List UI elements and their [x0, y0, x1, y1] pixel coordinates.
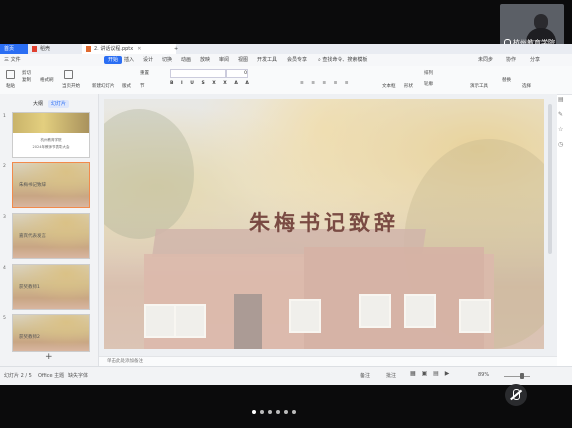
paste-label: 粘贴 — [6, 84, 15, 89]
menu-member[interactable]: 会员专享 — [287, 54, 307, 66]
ribbon-toolbar: 粘贴 剪切 复制 格式刷 当页开始 新建幻灯片 版式 节 重置 0 B I U … — [0, 66, 572, 95]
menu-bar: 三 文件 开始 插入 设计 切换 动画 放映 审阅 视图 开发工具 会员专享 ⌕… — [0, 54, 572, 66]
slide-thumbnail-1[interactable]: 杭州教育学院 2024年教师节表彰大会 — [12, 112, 90, 158]
tab-outline[interactable]: 大纲 — [30, 100, 46, 108]
text-format-buttons[interactable]: B I U S X X A A — [170, 81, 252, 86]
menu-insert[interactable]: 插入 — [124, 54, 134, 66]
presentation-app-window: 首页 稻壳 2. 讲话议程.pptx ✕ + 三 文件 开始 插入 设计 切换 动… — [0, 44, 572, 385]
property-icon[interactable]: ▤ — [558, 96, 570, 103]
paste-button[interactable] — [6, 70, 17, 79]
new-tab-button[interactable]: + — [170, 44, 182, 54]
mute-microphone-button[interactable] — [505, 384, 527, 406]
paragraph-align-buttons[interactable]: ≡ ≡ ≡ ≡ ≡ — [300, 81, 352, 86]
reset-button[interactable]: 重置 — [140, 70, 149, 76]
play-from-current-button[interactable] — [64, 70, 75, 79]
slide-position: 幻灯片 2 / 5 — [4, 373, 32, 379]
cut-button[interactable]: 剪切 — [22, 70, 31, 76]
zoom-level[interactable]: 89% — [478, 372, 489, 378]
arrange-button[interactable]: 排列 — [424, 70, 433, 76]
sync-status[interactable]: 未同步 — [478, 54, 493, 66]
notes-toggle-button[interactable]: 备注 — [360, 372, 370, 379]
font-name-select[interactable] — [170, 69, 226, 78]
textbox-button[interactable]: 文本框 — [382, 83, 396, 89]
layout-button[interactable]: 版式 — [122, 83, 131, 89]
zoom-slider[interactable] — [504, 376, 530, 377]
thumbnail-title: 获奖教师1 — [19, 285, 40, 290]
thumbnail-line: 杭州教育学院 — [40, 138, 62, 142]
menu-home[interactable]: 开始 — [104, 56, 123, 64]
add-slide-button[interactable]: + — [45, 352, 53, 362]
notes-placeholder: 单击此处添加备注 — [107, 359, 143, 364]
slide-thumbnail-4[interactable]: 获奖教师1 — [12, 264, 90, 310]
slide-thumbnail-2[interactable]: 朱梅书记致辞 — [12, 162, 90, 208]
paste-icon — [6, 70, 15, 79]
presentation-tools-button[interactable]: 演示工具 — [470, 83, 488, 89]
slide-number: 2 — [3, 164, 6, 169]
slide-number: 4 — [3, 266, 6, 271]
section-button[interactable]: 节 — [140, 83, 145, 89]
menu-file[interactable]: 三 文件 — [4, 54, 21, 66]
theme-name: Office 主题 — [38, 373, 65, 379]
menu-review[interactable]: 审阅 — [219, 54, 229, 66]
menu-design[interactable]: 设计 — [143, 54, 153, 66]
play-from-current-label: 当页开始 — [62, 84, 80, 89]
thumbnail-title: 获奖教师2 — [19, 335, 40, 340]
menu-animations[interactable]: 动画 — [181, 54, 191, 66]
copy-button[interactable]: 复制 — [22, 77, 31, 83]
pptx-icon — [86, 45, 91, 52]
menu-transitions[interactable]: 切换 — [162, 54, 172, 66]
menu-developer[interactable]: 开发工具 — [257, 54, 277, 66]
slide-number: 1 — [3, 114, 6, 119]
close-tab-icon[interactable]: ✕ — [137, 46, 141, 52]
zoom-slider-handle[interactable] — [520, 373, 524, 379]
slide-title[interactable]: 朱梅书记致辞 — [104, 207, 544, 237]
slide-number: 5 — [3, 316, 6, 321]
history-icon[interactable]: ◷ — [558, 141, 570, 148]
slide-thumbnail-5[interactable]: 获奖教师2 — [12, 314, 90, 352]
missing-font-button[interactable]: 缺失字体 — [68, 372, 88, 379]
tab-slides[interactable]: 幻灯片 — [48, 100, 70, 108]
right-side-toolbar: ▤ ✎ ☆ ◷ — [558, 96, 570, 206]
view-mode-buttons[interactable]: ▦ ▣ ▤ ▶ — [410, 370, 451, 377]
animation-icon[interactable]: ☆ — [558, 126, 570, 133]
design-icon[interactable]: ✎ — [558, 111, 570, 118]
tab-docer[interactable]: 稻壳 — [28, 44, 88, 54]
comments-toggle-button[interactable]: 批注 — [386, 372, 396, 379]
document-tab-bar: 首页 稻壳 2. 讲话议程.pptx ✕ + — [0, 44, 572, 54]
page-indicator[interactable] — [250, 410, 298, 416]
status-bar: 幻灯片 2 / 5 Office 主题 缺失字体 备注 批注 ▦ ▣ ▤ ▶ 8… — [0, 366, 572, 385]
slide-editing-area[interactable]: 朱梅书记致辞 — [99, 94, 557, 356]
thumbnail-line: 2024年教师节表彰大会 — [32, 145, 70, 149]
tab-presentation[interactable]: 2. 讲话议程.pptx ✕ — [82, 44, 176, 54]
outline-button[interactable]: 轮廓 — [424, 81, 433, 87]
command-search[interactable]: ⌕ 查找命令、搜索模板 — [318, 54, 367, 66]
slide-thumbnail-pane: 大纲 幻灯片 1 杭州教育学院 2024年教师节表彰大会 2 朱梅书记致辞 3 … — [0, 94, 99, 366]
docer-icon — [32, 45, 37, 52]
thumbnail-title: 朱梅书记致辞 — [19, 183, 46, 188]
format-painter-button[interactable]: 格式刷 — [40, 77, 54, 83]
font-size-select[interactable]: 0 — [226, 69, 248, 78]
thumbnail-photo — [13, 113, 89, 133]
menu-view[interactable]: 视图 — [238, 54, 248, 66]
shape-button[interactable]: 形状 — [404, 83, 413, 89]
collaborate-button[interactable]: 协作 — [506, 54, 516, 66]
slide-thumbnail-3[interactable]: 嘉宾代表发言 — [12, 213, 90, 259]
share-button[interactable]: 分享 — [530, 54, 540, 66]
current-slide[interactable]: 朱梅书记致辞 — [104, 99, 544, 349]
replace-button[interactable]: 替换 — [502, 77, 511, 83]
select-button[interactable]: 选择 — [522, 83, 531, 89]
menu-slideshow[interactable]: 放映 — [200, 54, 210, 66]
vertical-scrollbar[interactable] — [548, 104, 552, 254]
thumbnail-title: 嘉宾代表发言 — [19, 234, 46, 239]
play-icon — [64, 70, 73, 79]
new-slide-button[interactable]: 新建幻灯片 — [92, 83, 115, 89]
slide-number: 3 — [3, 215, 6, 220]
